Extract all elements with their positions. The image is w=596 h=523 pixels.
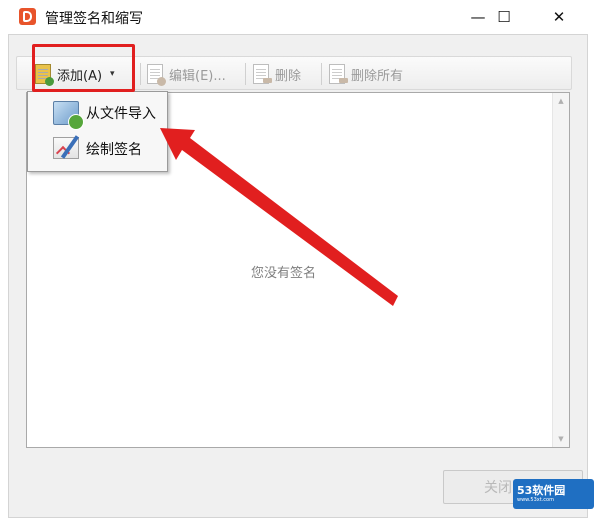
watermark-url: www.53xt.com	[517, 497, 554, 503]
signature-manager-window: 管理签名和缩写 — ☐ ✕ 添加(A) ▾ 编辑(E)... 删除 删除所有 您…	[0, 0, 596, 523]
site-watermark-logo: 53软件园 www.53xt.com	[513, 479, 594, 509]
watermark-brand: 53软件园	[517, 484, 566, 497]
annotation-arrow-icon	[160, 128, 398, 306]
